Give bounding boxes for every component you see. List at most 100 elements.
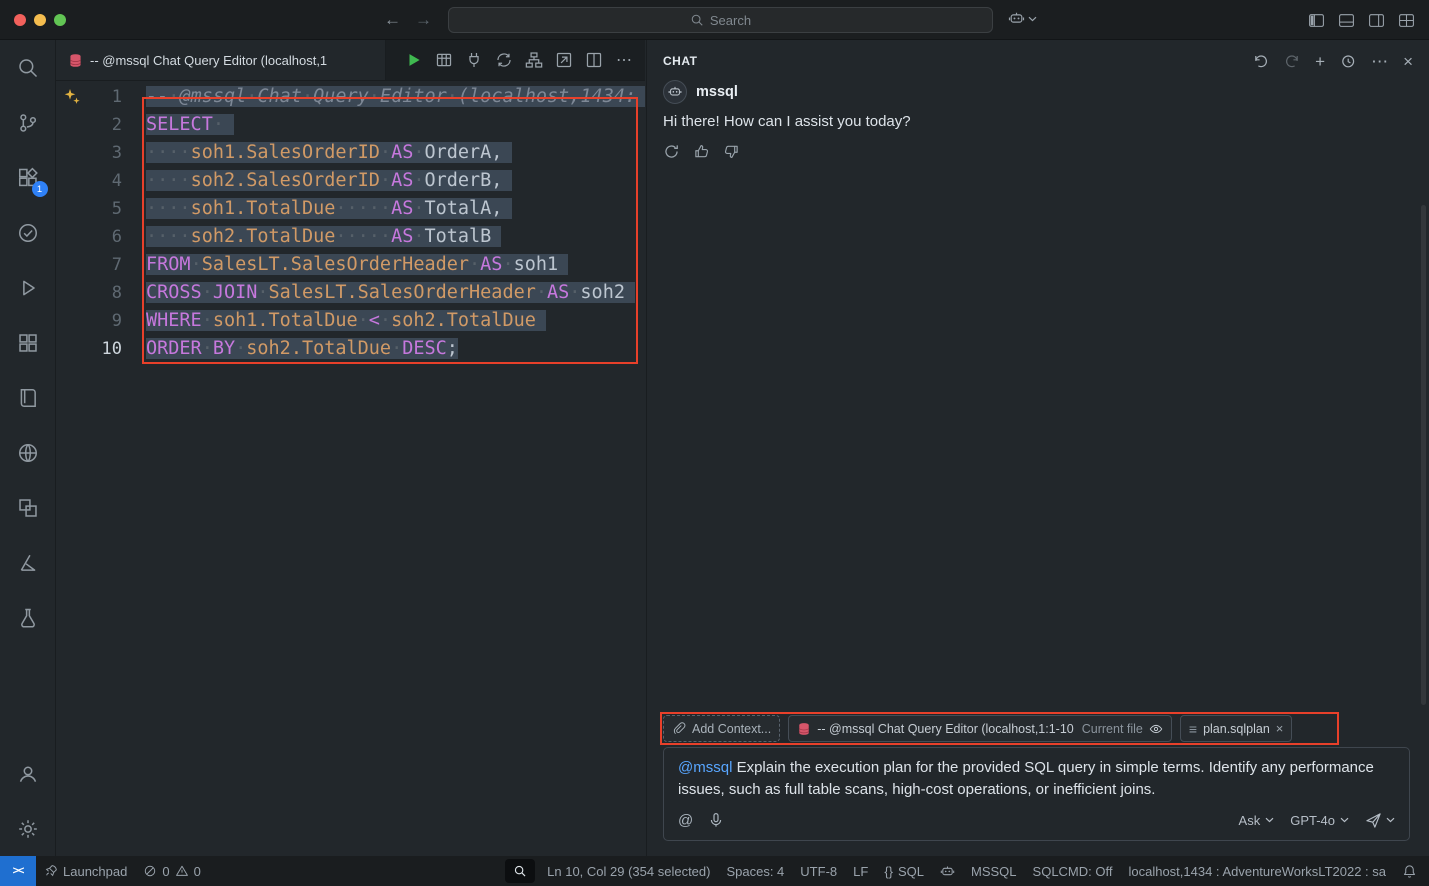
code-line[interactable]: --·@mssql·Chat·Query·Editor·(localhost,1… (146, 83, 645, 111)
code-line[interactable]: FROM·SalesLT.SalesOrderHeader·AS·soh1 (146, 251, 645, 279)
toggle-panel-icon[interactable] (1338, 12, 1355, 29)
query-plan-icon[interactable] (553, 49, 575, 71)
disconnect-plug-icon[interactable] (463, 49, 485, 71)
sidebar-item-search[interactable] (4, 40, 52, 95)
code-line[interactable]: SELECT· (146, 111, 645, 139)
close-chat-icon[interactable]: × (1403, 53, 1413, 70)
context-chip-current-file[interactable]: -- @mssql Chat Query Editor (localhost,1… (788, 715, 1172, 742)
split-editor-icon[interactable] (583, 49, 605, 71)
context-chips-row: Add Context... -- @mssql Chat Query Edit… (663, 715, 1410, 742)
sidebar-item-components[interactable] (4, 480, 52, 535)
error-circle-icon (143, 864, 157, 878)
settings-button[interactable] (4, 801, 52, 856)
change-connection-icon[interactable] (493, 49, 515, 71)
indentation-setting[interactable]: Spaces: 4 (718, 856, 792, 886)
context-file-suffix: Current file (1082, 722, 1143, 736)
problems-button[interactable]: 0 0 (135, 856, 208, 886)
code-line[interactable]: ····soh2.SalesOrderID·AS·OrderB, (146, 167, 645, 195)
run-query-button[interactable] (403, 49, 425, 71)
eye-icon[interactable] (1149, 722, 1163, 736)
copilot-sparkle-icon[interactable] (63, 88, 81, 106)
copilot-status[interactable] (932, 856, 963, 886)
toggle-secondary-sidebar-icon[interactable] (1368, 12, 1385, 29)
code-line[interactable]: WHERE·soh1.TotalDue·<·soh2.TotalDue (146, 307, 645, 335)
workbench: 1 (0, 40, 1429, 856)
redo-edits-icon[interactable] (1284, 53, 1300, 69)
activity-bar: 1 (0, 40, 56, 856)
tab-title: -- @mssql Chat Query Editor (localhost,1 (90, 53, 327, 68)
code-content[interactable]: --·@mssql·Chat·Query·Editor·(localhost,1… (146, 83, 645, 856)
tab-query-editor[interactable]: -- @mssql Chat Query Editor (localhost,1 (56, 40, 386, 80)
warning-count: 0 (194, 864, 201, 879)
eol-setting[interactable]: LF (845, 856, 876, 886)
customize-layout-icon[interactable] (1398, 12, 1415, 29)
minimize-window-button[interactable] (34, 14, 46, 26)
code-line[interactable]: ORDER·BY·soh2.TotalDue·DESC; (146, 335, 645, 363)
chat-panel: CHAT + ⋯ × mssql (646, 40, 1429, 856)
sidebar-item-checklist[interactable] (4, 205, 52, 260)
copilot-menu-button[interactable] (1008, 10, 1037, 27)
launchpad-button[interactable]: Launchpad (36, 856, 135, 886)
sidebar-item-run[interactable] (4, 260, 52, 315)
connection-status[interactable]: localhost,1434 : AdventureWorksLT2022 : … (1120, 856, 1394, 886)
add-context-button[interactable]: Add Context... (663, 715, 780, 742)
command-center-search[interactable]: Search (448, 7, 993, 33)
tab-bar: -- @mssql Chat Query Editor (localhost,1 (56, 40, 645, 81)
language-mode[interactable]: {} SQL (876, 856, 932, 886)
results-grid-icon[interactable] (433, 49, 455, 71)
context-chip-plan-file[interactable]: ≡ plan.sqlplan × (1180, 715, 1292, 742)
remote-indicator[interactable]: >< (0, 856, 36, 886)
encoding-setting[interactable]: UTF-8 (792, 856, 845, 886)
send-button[interactable] (1365, 812, 1395, 829)
line-number: 2 (56, 111, 122, 139)
code-editor[interactable]: 12345678910 --·@mssql·Chat·Query·Editor·… (56, 81, 645, 856)
toggle-primary-sidebar-icon[interactable] (1308, 12, 1325, 29)
chat-input-box[interactable]: @mssql Explain the execution plan for th… (663, 747, 1410, 841)
new-chat-icon[interactable]: + (1315, 53, 1325, 70)
sidebar-item-docs[interactable] (4, 370, 52, 425)
undo-edits-icon[interactable] (1253, 53, 1269, 69)
close-window-button[interactable] (14, 14, 26, 26)
mention-icon[interactable]: @ (678, 812, 693, 829)
maximize-window-button[interactable] (54, 14, 66, 26)
more-actions-icon[interactable]: ⋯ (613, 49, 635, 71)
mic-icon[interactable] (708, 812, 724, 828)
mssql-status[interactable]: MSSQL (963, 856, 1025, 886)
sidebar-item-source-control[interactable] (4, 95, 52, 150)
line-number: 3 (56, 139, 122, 167)
chat-history-icon[interactable] (1340, 53, 1356, 69)
mention-mssql[interactable]: @mssql (678, 759, 732, 776)
gear-icon (17, 818, 39, 840)
chat-scrollbar[interactable] (1421, 205, 1426, 705)
sidebar-item-azure[interactable] (4, 535, 52, 590)
sidebar-item-extensions[interactable]: 1 (4, 150, 52, 205)
code-line[interactable]: ····soh1.SalesOrderID·AS·OrderA, (146, 139, 645, 167)
sidebar-item-flask[interactable] (4, 590, 52, 645)
sqlcmd-status[interactable]: SQLCMD: Off (1025, 856, 1121, 886)
model-dropdown[interactable]: GPT-4o (1290, 813, 1349, 828)
remove-chip-icon[interactable]: × (1276, 721, 1284, 736)
code-line[interactable]: CROSS·JOIN·SalesLT.SalesOrderHeader·AS·s… (146, 279, 645, 307)
thumbs-down-icon[interactable] (723, 143, 740, 160)
forward-button[interactable]: → (415, 10, 432, 30)
notifications-bell[interactable] (1394, 856, 1429, 886)
thumbs-up-icon[interactable] (693, 143, 710, 160)
chat-panel-title: CHAT (663, 54, 697, 68)
chat-input-body: Explain the execution plan for the provi… (678, 759, 1378, 798)
back-button[interactable]: ← (384, 10, 401, 30)
mode-dropdown[interactable]: Ask (1239, 813, 1275, 828)
code-line[interactable]: ····soh1.TotalDue·····AS·TotalA, (146, 195, 645, 223)
sidebar-item-grid-blocks[interactable] (4, 315, 52, 370)
cursor-position[interactable]: Ln 10, Col 29 (354 selected) (539, 856, 718, 886)
code-line[interactable]: ····soh2.TotalDue·····AS·TotalB (146, 223, 645, 251)
chat-input-text[interactable]: @mssql Explain the execution plan for th… (678, 757, 1395, 801)
warning-triangle-icon (175, 864, 189, 878)
line-number: 6 (56, 223, 122, 251)
schema-designer-icon[interactable] (523, 49, 545, 71)
braces-icon: {} (884, 864, 893, 879)
chat-more-actions-icon[interactable]: ⋯ (1371, 53, 1388, 70)
zoom-indicator (505, 859, 535, 883)
regenerate-icon[interactable] (663, 143, 680, 160)
sidebar-item-github[interactable] (4, 425, 52, 480)
account-button[interactable] (4, 746, 52, 801)
